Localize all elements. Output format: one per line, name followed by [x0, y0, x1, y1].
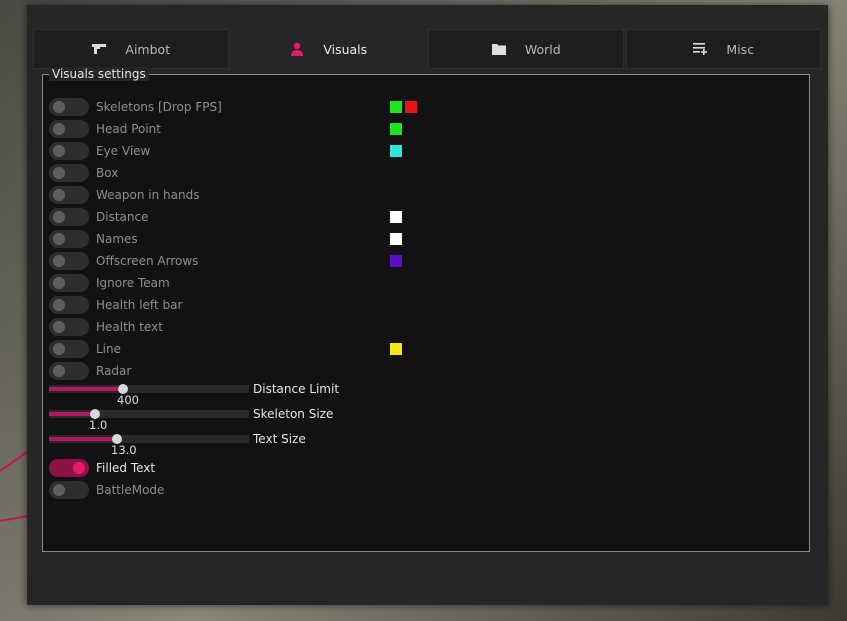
toggle-switch[interactable] — [49, 208, 89, 226]
setting-row: Distance — [49, 208, 148, 226]
setting-label: Health text — [96, 320, 163, 334]
folder-icon — [491, 42, 507, 56]
toggle-knob — [53, 233, 65, 245]
toggle-knob — [53, 123, 65, 135]
slider-fill — [49, 412, 95, 416]
setting-label: Health left bar — [96, 298, 183, 312]
toggle-switch[interactable] — [49, 98, 89, 116]
color-picker-swatch[interactable] — [390, 233, 402, 245]
group-title: Visuals settings — [49, 67, 149, 81]
slider-value: 1.0 — [89, 418, 108, 432]
toggle-switch[interactable] — [49, 318, 89, 336]
toggle-knob — [53, 211, 65, 223]
tab-world[interactable]: World — [428, 29, 624, 69]
toggle-switch[interactable] — [49, 164, 89, 182]
tab-misc[interactable]: Misc — [625, 29, 821, 69]
toggle-switch[interactable] — [49, 459, 89, 477]
setting-label: Names — [96, 232, 138, 246]
setting-label: Head Point — [96, 122, 161, 136]
setting-row: Line — [49, 340, 121, 358]
visuals-settings-group: Visuals settings Skeletons [Drop FPS] Hea… — [42, 67, 810, 552]
setting-label: Line — [96, 342, 122, 356]
setting-row: Offscreen Arrows — [49, 252, 198, 270]
tab-label: Visuals — [323, 41, 368, 57]
slider-value: 400 — [117, 393, 139, 407]
setting-label: Distance — [96, 210, 149, 224]
toggle-knob — [73, 462, 85, 474]
toggle-knob — [53, 255, 65, 267]
setting-row: Box — [49, 164, 118, 182]
setting-label: Ignore Team — [96, 276, 170, 290]
slider-fill — [49, 437, 117, 441]
setting-label: Skeletons [Drop FPS] — [96, 100, 222, 114]
background-laser-line — [0, 514, 30, 522]
tab-label: World — [524, 41, 561, 57]
slider-label: Skeleton Size — [253, 407, 334, 421]
tab-label: Aimbot — [125, 41, 171, 57]
toggle-switch[interactable] — [49, 120, 89, 138]
setting-row: Ignore Team — [49, 274, 170, 292]
toggle-knob — [53, 343, 65, 355]
slider-track[interactable] — [49, 384, 249, 394]
toggle-switch[interactable] — [49, 252, 89, 270]
toggle-knob — [53, 167, 65, 179]
color-picker-swatch[interactable] — [390, 211, 402, 223]
setting-label: Box — [96, 166, 119, 180]
tab-bar: Aimbot Visuals World Misc — [33, 29, 821, 69]
setting-label: BattleMode — [96, 483, 165, 497]
toggle-knob — [53, 145, 65, 157]
tab-aimbot[interactable]: Aimbot — [33, 29, 229, 69]
toggle-switch[interactable] — [49, 142, 89, 160]
setting-label: Offscreen Arrows — [96, 254, 199, 268]
setting-row: Names — [49, 230, 138, 248]
color-picker-swatch[interactable] — [390, 123, 402, 135]
toggle-switch[interactable] — [49, 481, 89, 499]
setting-row: BattleMode — [49, 481, 164, 499]
toggle-knob — [53, 189, 65, 201]
setting-row: Eye View — [49, 142, 150, 160]
toggle-switch[interactable] — [49, 362, 89, 380]
setting-row: Health left bar — [49, 296, 182, 314]
toggle-knob — [53, 299, 65, 311]
toggle-switch[interactable] — [49, 340, 89, 358]
setting-label: Filled Text — [96, 461, 156, 475]
setting-row: Head Point — [49, 120, 161, 138]
slider-track[interactable] — [49, 409, 249, 419]
toggle-knob — [53, 321, 65, 333]
toggle-switch[interactable] — [49, 274, 89, 292]
tab-visuals[interactable]: Visuals — [230, 29, 426, 69]
toggle-switch[interactable] — [49, 296, 89, 314]
toggle-switch[interactable] — [49, 186, 89, 204]
cheat-menu-window: Aimbot Visuals World Misc Visuals settings … — [27, 5, 828, 605]
color-picker-swatch[interactable] — [390, 343, 402, 355]
color-picker-swatch[interactable] — [390, 255, 402, 267]
gun-icon — [91, 42, 107, 56]
setting-row: Radar — [49, 362, 131, 380]
slider-label: Text Size — [253, 432, 306, 446]
toggle-knob — [53, 277, 65, 289]
setting-label: Radar — [96, 364, 132, 378]
toggle-switch[interactable] — [49, 230, 89, 248]
setting-label: Weapon in hands — [96, 188, 200, 202]
tab-label: Misc — [726, 41, 755, 57]
slider-fill — [49, 387, 123, 391]
setting-row: Health text — [49, 318, 163, 336]
slider-value: 13.0 — [111, 443, 137, 457]
setting-row: Weapon in hands — [49, 186, 199, 204]
slider-label: Distance Limit — [253, 382, 340, 396]
toggle-knob — [53, 484, 65, 496]
setting-row: Filled Text — [49, 459, 155, 477]
setting-label: Eye View — [96, 144, 151, 158]
color-picker-swatch[interactable] — [390, 145, 402, 157]
toggle-knob — [53, 101, 65, 113]
color-picker-swatch[interactable] — [405, 101, 417, 113]
toggle-knob — [53, 365, 65, 377]
slider-track[interactable] — [49, 434, 249, 444]
playlist-add-icon — [692, 42, 708, 56]
person-icon — [289, 42, 305, 56]
color-picker-swatch[interactable] — [390, 101, 402, 113]
setting-row: Skeletons [Drop FPS] — [49, 98, 222, 116]
